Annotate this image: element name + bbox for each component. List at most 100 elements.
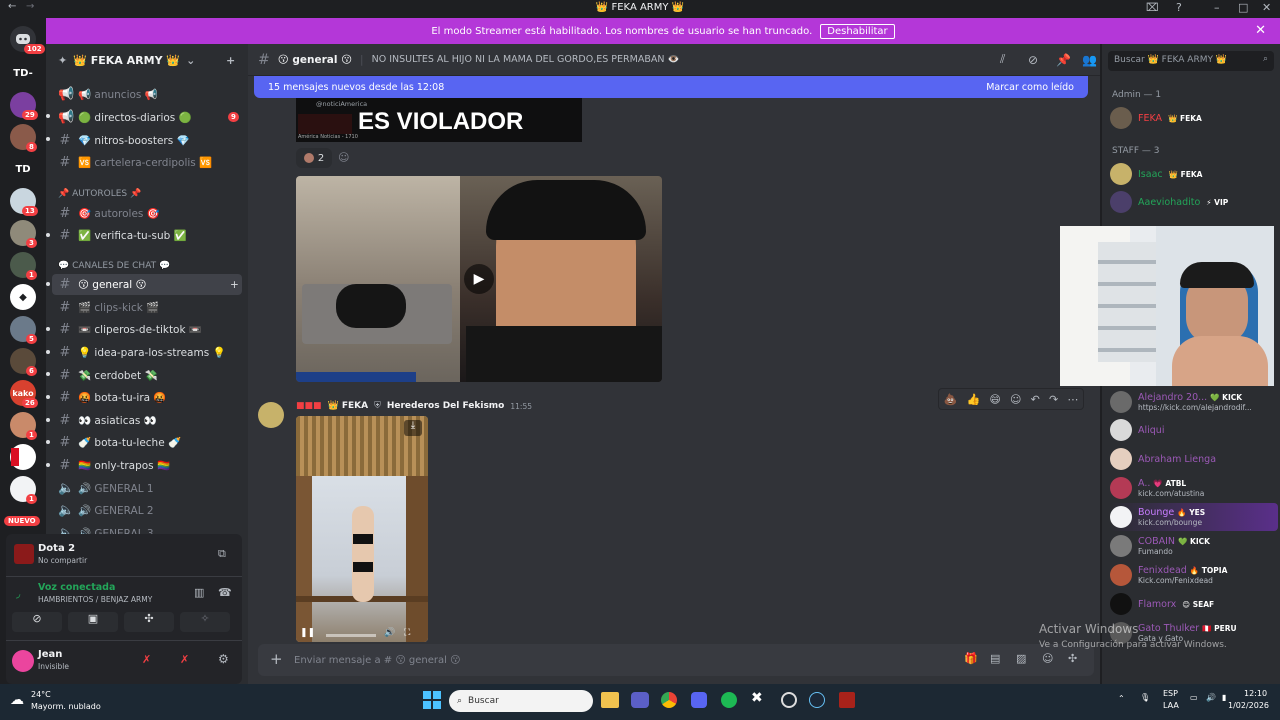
- message-composer[interactable]: + Enviar mensaje a # 😗 general 😗 🎁 ▤ ▨ ☺…: [258, 644, 1094, 676]
- channel-only-trapos[interactable]: # 🏳️‍🌈 only-trapos 🏳️‍🌈: [52, 455, 242, 476]
- microphone-icon[interactable]: 🎙: [1140, 693, 1150, 702]
- member-row[interactable]: Fenixdead 🔥 TOPIA Kick.com/Fenixdead: [1110, 561, 1278, 589]
- message-author[interactable]: ■■■: [296, 401, 322, 411]
- emoji-picker-icon[interactable]: ☺: [1042, 652, 1053, 665]
- member-list-icon[interactable]: 👥: [1082, 53, 1097, 67]
- mark-as-read-button[interactable]: Marcar como leído: [986, 82, 1074, 93]
- more-options-icon[interactable]: ⋯: [1067, 393, 1078, 406]
- teams-icon[interactable]: [631, 692, 649, 708]
- member-row[interactable]: FEKA 👑 FEKA: [1110, 104, 1278, 132]
- close-window-icon[interactable]: ✕: [1262, 1, 1271, 14]
- gift-icon[interactable]: 🎁: [964, 652, 978, 665]
- server-icon[interactable]: 1: [10, 476, 37, 504]
- discord-icon[interactable]: [691, 692, 707, 708]
- username[interactable]: Jean: [38, 649, 62, 660]
- threads-icon[interactable]: ⫽: [1000, 52, 1005, 67]
- channel-autoroles[interactable]: # 🎯 autoroles 🎯: [52, 203, 242, 224]
- channel-idea-para-los-streams[interactable]: # 💡 idea-para-los-streams 💡: [52, 342, 242, 363]
- channel-topic[interactable]: NO INSULTES AL HIJO NI LA MAMA DEL GORDO…: [372, 54, 680, 65]
- pinned-messages-icon[interactable]: 📌: [1056, 53, 1071, 67]
- weather-temp[interactable]: 24°C: [31, 690, 51, 699]
- avatar[interactable]: [12, 650, 34, 672]
- weather-desc[interactable]: Mayorm. nublado: [31, 702, 101, 711]
- member-row[interactable]: Flamorx 😊 SEAF: [1110, 590, 1278, 618]
- share-screen-button[interactable]: ▣: [68, 612, 118, 632]
- spotify-icon[interactable]: [721, 692, 737, 708]
- mic-muted-icon[interactable]: ✗: [142, 653, 151, 666]
- channel-bota-tu-ira[interactable]: # 🤬 bota-tu-ira 🤬: [52, 387, 242, 408]
- channel-clips-kick[interactable]: # 🎬 clips-kick 🎬: [52, 297, 242, 318]
- forward-icon[interactable]: ↷: [1049, 393, 1058, 406]
- noise-suppression-icon[interactable]: ▥: [194, 586, 204, 599]
- keyboard-layout[interactable]: LAA: [1163, 701, 1179, 710]
- server-icon[interactable]: 5: [10, 316, 37, 344]
- disconnect-icon[interactable]: ☎: [218, 586, 232, 599]
- channel-nitros-boosters[interactable]: # 💎 nitros-boosters 💎: [52, 130, 242, 151]
- video-attachment[interactable]: ⤓ ❚❚ 🔊 ⛶: [296, 416, 428, 642]
- member-row[interactable]: Bounge 🔥 YES kick.com/bounge: [1110, 503, 1278, 531]
- notifications-muted-icon[interactable]: ⊘: [1028, 53, 1038, 67]
- gif-icon[interactable]: ▤: [990, 652, 1000, 665]
- new-badge[interactable]: NUEVO: [4, 516, 40, 526]
- member-row[interactable]: Aaeviohadito ⚡ VIP: [1110, 188, 1278, 216]
- reaction-button[interactable]: 2: [296, 148, 332, 168]
- clock-date[interactable]: 1/02/2026: [1228, 701, 1269, 710]
- apps-icon[interactable]: ✣: [1068, 652, 1077, 665]
- battery-icon[interactable]: ▮: [1222, 693, 1226, 702]
- app-x-icon[interactable]: ✖: [751, 690, 763, 706]
- server-icon-kako[interactable]: kako 26: [10, 380, 38, 408]
- video-progress-bar[interactable]: [326, 634, 376, 637]
- invite-user-icon[interactable]: +: [226, 54, 235, 67]
- category-canales-de-chat[interactable]: 💬 CANALES DE CHAT 💬: [58, 261, 170, 271]
- help-icon[interactable]: ?: [1176, 1, 1182, 14]
- play-icon[interactable]: ▶: [464, 264, 494, 294]
- server-icon[interactable]: 1: [10, 412, 37, 440]
- member-row[interactable]: Abraham Lienga: [1110, 445, 1278, 473]
- screen-share-icon[interactable]: ⧉: [218, 547, 226, 561]
- server-icon[interactable]: 6: [10, 348, 37, 376]
- member-row[interactable]: Alejandro 20... 💚 KICK https://kick.com/a…: [1110, 388, 1278, 416]
- server-icon[interactable]: 29: [10, 92, 38, 120]
- steam-icon[interactable]: [809, 692, 825, 708]
- server-icon[interactable]: ◆: [10, 284, 36, 310]
- server-icon[interactable]: 3: [10, 220, 37, 248]
- server-icon[interactable]: 1: [10, 252, 37, 280]
- voice-channel-name[interactable]: HAMBRIENTOS / BENJAZ ARMY: [38, 595, 152, 604]
- fullscreen-icon[interactable]: ⛶: [404, 628, 410, 638]
- obs-icon[interactable]: [781, 692, 797, 708]
- chrome-icon[interactable]: [661, 692, 677, 708]
- camera-off-button[interactable]: ⊘: [12, 612, 62, 632]
- file-explorer-icon[interactable]: [601, 692, 619, 708]
- chevron-up-icon[interactable]: ⌃: [1118, 694, 1125, 703]
- voice-channel-general-2[interactable]: 🔈 🔊 GENERAL 2: [52, 500, 242, 521]
- category-autoroles[interactable]: 📌 AUTOROLES 📌: [58, 189, 141, 199]
- channel-cartelera-cerdipolis[interactable]: # 🆚 cartelera-cerdipolis 🆚: [52, 152, 242, 173]
- disable-streamer-button[interactable]: Deshabilitar: [820, 23, 895, 39]
- channel-anuncios[interactable]: 📢 📢 anuncios 📢: [52, 84, 242, 105]
- add-attachment-icon[interactable]: +: [270, 650, 283, 668]
- video-attachment[interactable]: ▶: [296, 176, 662, 382]
- member-row[interactable]: COBAIN 💚 KICK Fumando: [1110, 532, 1278, 560]
- channel-general[interactable]: # 😗 general 😗 +: [52, 274, 242, 295]
- avatar[interactable]: [258, 402, 284, 428]
- maximize-icon[interactable]: □: [1238, 1, 1248, 14]
- new-messages-bar[interactable]: 15 mensajes nuevos desde las 12:08 Marca…: [254, 76, 1088, 98]
- guild-header[interactable]: ✦ 👑 FEKA ARMY 👑 ⌄ +: [46, 44, 248, 76]
- channel-directos-diarios[interactable]: 📢 🟢 directos-diarios 🟢 9: [52, 107, 242, 128]
- member-row[interactable]: Aliqui: [1110, 416, 1278, 444]
- network-icon[interactable]: ▭: [1190, 693, 1198, 702]
- server-icon[interactable]: 13: [10, 188, 38, 216]
- member-row[interactable]: A.. 💗 ATBL kick.com/atustina: [1110, 474, 1278, 502]
- add-reaction-icon[interactable]: ☺: [1010, 393, 1021, 406]
- download-icon[interactable]: ⤓: [404, 420, 422, 436]
- headphones-deafened-icon[interactable]: ✗: [180, 653, 189, 666]
- windows-start-icon[interactable]: [423, 691, 441, 709]
- channel-bota-tu-leche[interactable]: # 🍼 bota-tu-leche 🍼: [52, 432, 242, 453]
- language-code[interactable]: ESP: [1163, 689, 1178, 698]
- sticker-icon[interactable]: ▨: [1016, 652, 1026, 665]
- clock-time[interactable]: 12:10: [1244, 689, 1267, 698]
- voice-channel-general-1[interactable]: 🔈 🔊 GENERAL 1: [52, 478, 242, 499]
- smile-emoji-icon[interactable]: 😄: [989, 393, 1000, 406]
- channel-verifica-tu-sub[interactable]: # ✅ verifica-tu-sub ✅: [52, 225, 242, 246]
- soundboard-button[interactable]: ✧: [180, 612, 230, 632]
